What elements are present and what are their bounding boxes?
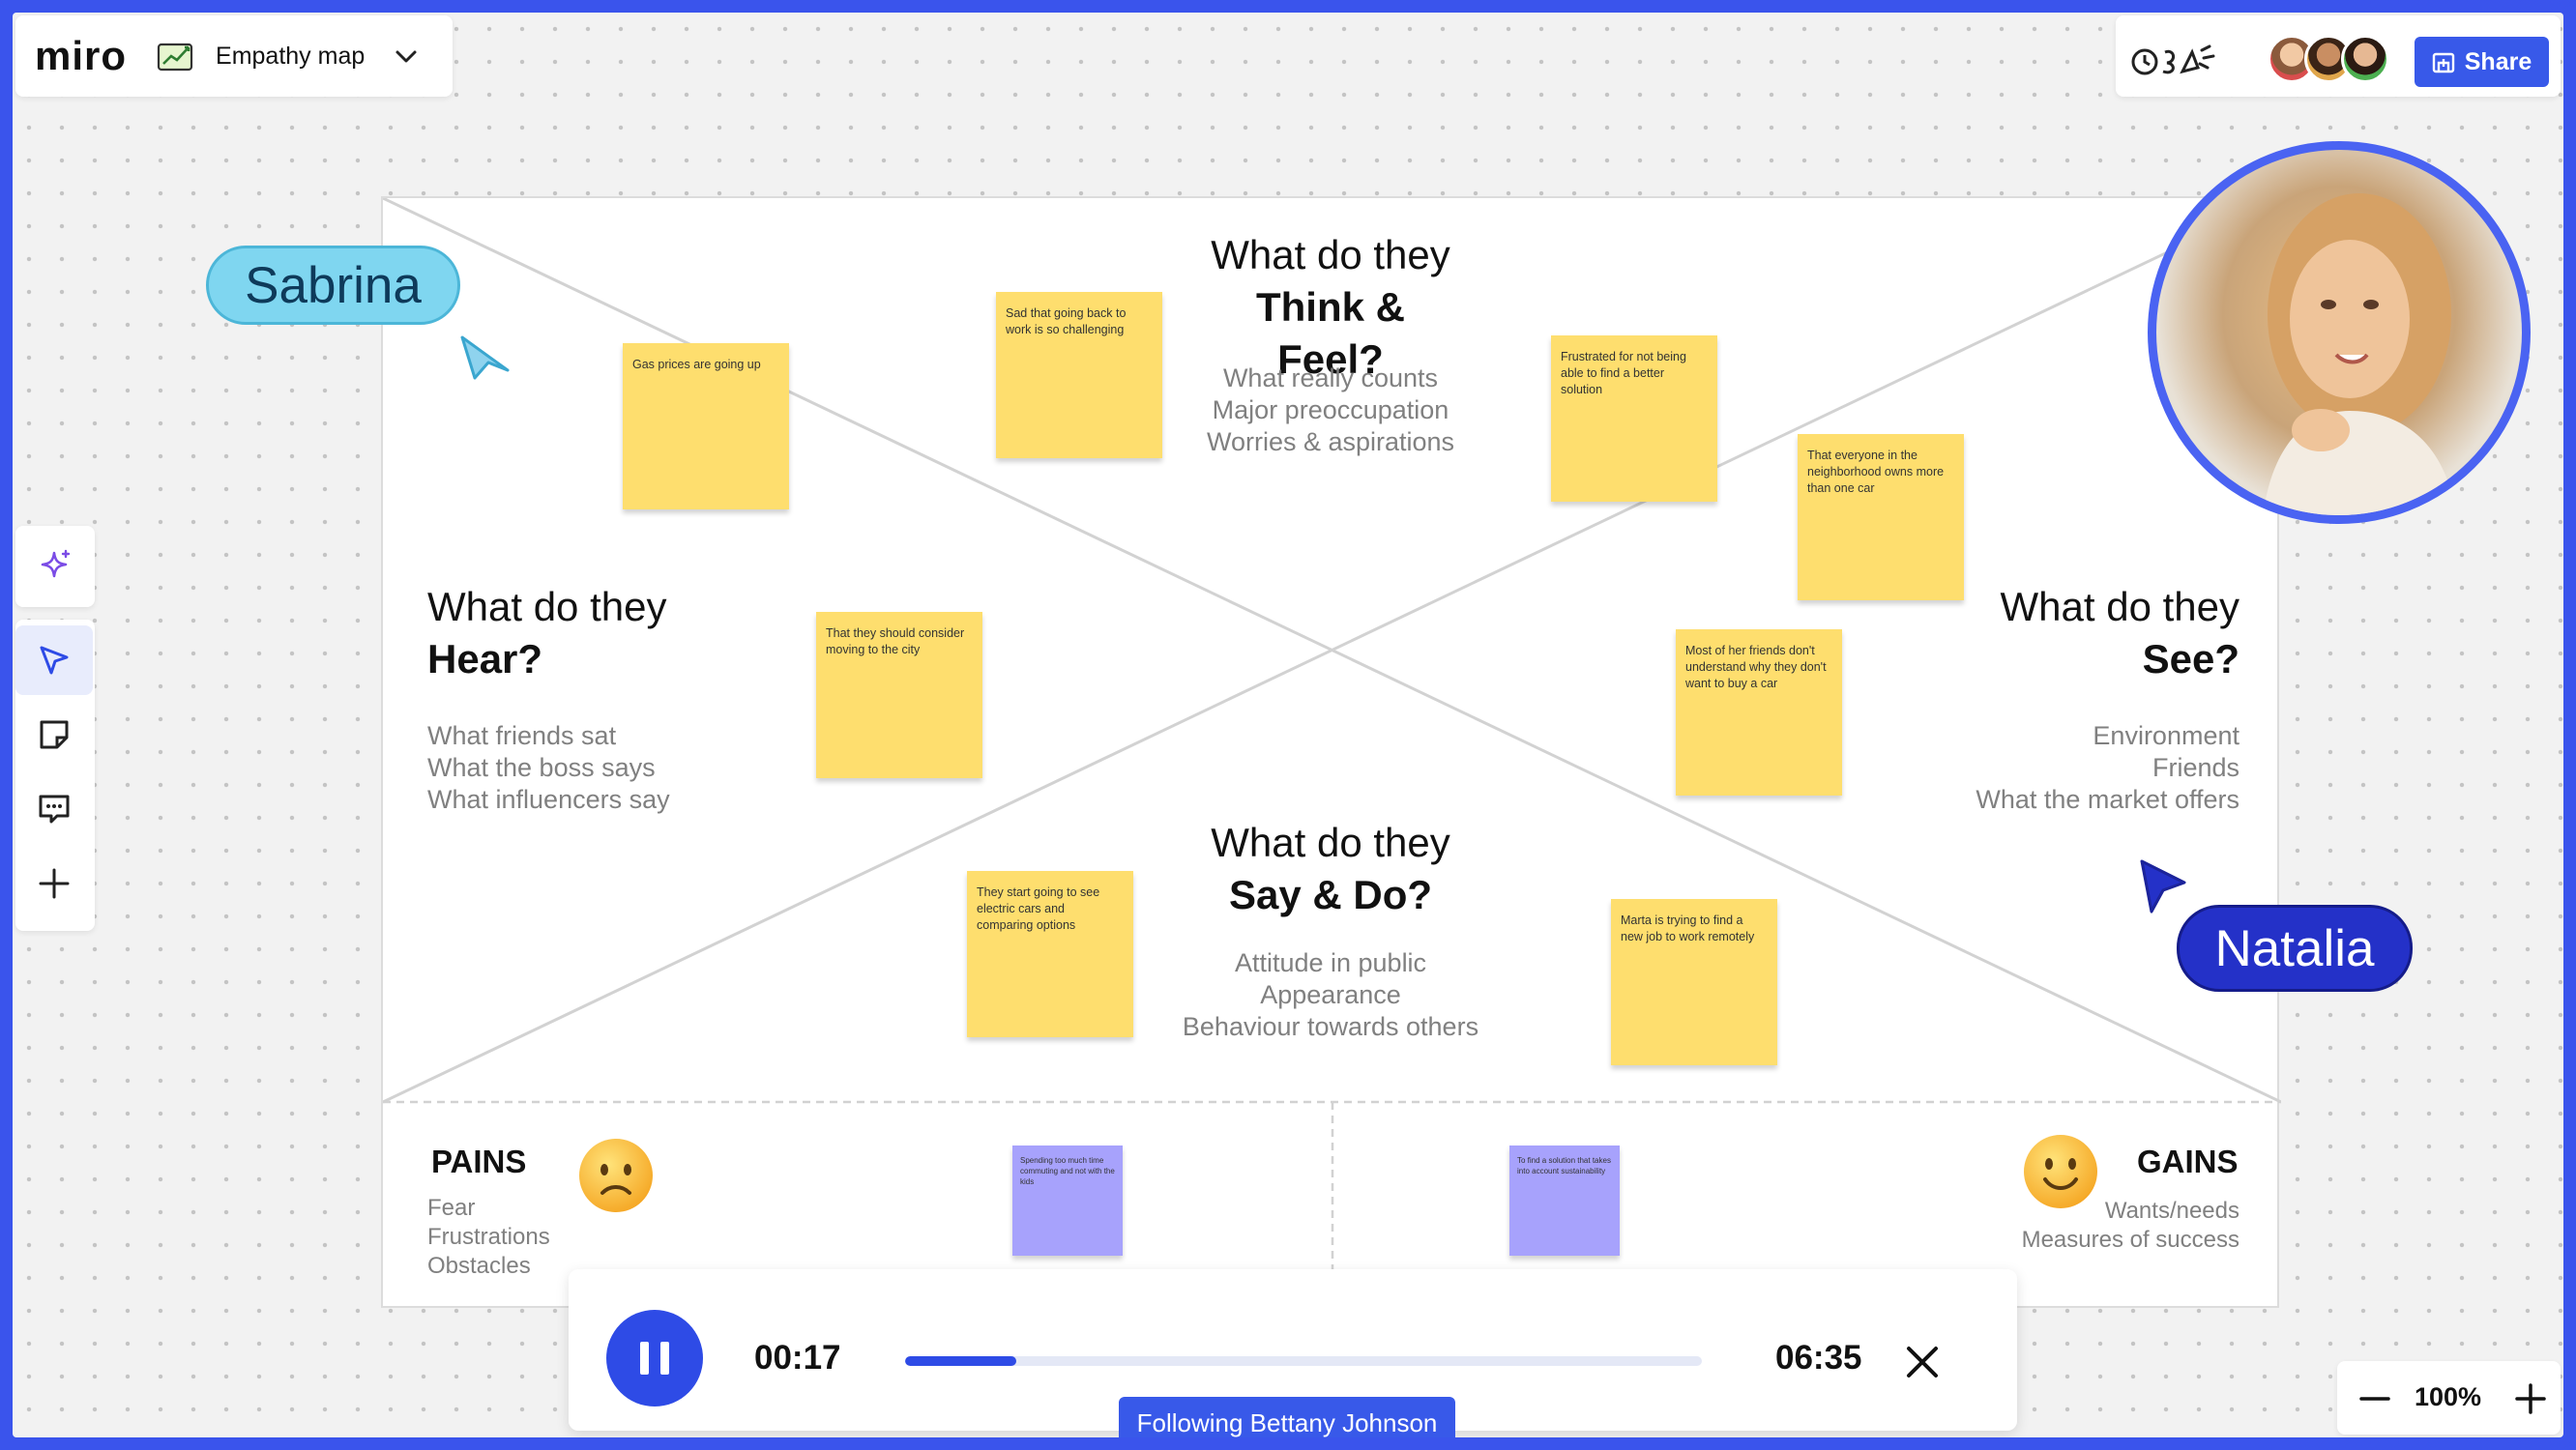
share-label: Share [2464,47,2532,75]
following-indicator[interactable]: Following Bettany Johnson [1119,1397,1455,1437]
hear-sub: What the boss says [427,753,656,782]
sticky-note[interactable]: That they should consider moving to the … [816,612,982,778]
say-do-sub: Attitude in public [1234,948,1427,977]
see-sub: Environment [2093,721,2239,750]
think-feel-subs: What really counts Major preoccupation W… [1186,362,1476,458]
think-feel-sub: What really counts [1222,363,1439,392]
board-name[interactable]: Empathy map [216,43,365,71]
zoom-out-icon[interactable] [2358,1382,2391,1415]
zoom-controls: 100% [2337,1361,2561,1435]
gains-title: GAINS [2137,1144,2239,1179]
pains-item: Frustrations [427,1224,550,1250]
comment-tool[interactable] [15,774,93,844]
say-do-line1: What do they [1211,820,1450,865]
see-line2: See? [2142,636,2239,682]
ai-sparkle-button[interactable] [15,532,93,601]
happy-face-icon [2024,1135,2097,1208]
gains-item: Measures of success [2021,1227,2239,1253]
cursor-icon [40,646,69,675]
pause-bar [640,1342,649,1375]
ai-toolbar [15,526,95,607]
comment-icon [39,795,70,824]
say-do-line2: Say & Do? [1228,872,1433,917]
hear-heading: What do they Hear? [427,581,737,685]
pains-item: Fear [427,1195,476,1221]
sticky-note[interactable]: Gas prices are going up [623,343,789,509]
sticky-note-purple[interactable]: To find a solution that takes into accou… [1509,1146,1620,1256]
think-feel-sub: Major preoccupation [1212,395,1449,424]
pains-item: Obstacles [427,1253,531,1279]
zoom-in-icon[interactable] [2514,1382,2547,1415]
select-tool[interactable] [15,625,93,695]
say-do-subs: Attitude in public Appearance Behaviour … [1147,947,1514,1043]
progress-fill [905,1356,1017,1366]
add-tool[interactable] [15,849,93,918]
board-canvas[interactable]: miro Empathy map Share What do they Thin… [13,13,2563,1437]
hear-line2: Hear? [427,636,543,682]
avatar[interactable] [2341,35,2389,83]
sticky-note[interactable]: They start going to see electric cars an… [967,871,1133,1037]
sparkle-icon [41,549,71,578]
pause-bar [660,1342,669,1375]
cursor-label-natalia: Natalia [2177,905,2413,992]
pains-list: Fear Frustrations Obstacles [427,1194,550,1281]
total-time: 06:35 [1775,1339,1862,1377]
cursor-pointer-natalia [2140,859,2186,914]
video-call-bubble[interactable] [2148,141,2531,524]
sad-face-icon [579,1139,653,1212]
board-header: miro Empathy map [15,15,453,97]
hear-sub: What influencers say [427,785,670,814]
reactions-icon[interactable] [2130,39,2217,81]
cursor-label-sabrina: Sabrina [206,246,460,325]
say-do-sub: Behaviour towards others [1182,1012,1479,1041]
pains-title: PAINS [431,1144,527,1179]
collaboration-bar: Share [2116,15,2561,97]
cursor-pointer-sabrina [460,335,510,380]
hear-line1: What do they [427,584,667,629]
chevron-down-icon[interactable] [392,42,421,71]
progress-bar[interactable] [905,1356,1702,1366]
sticky-note[interactable]: Sad that going back to work is so challe… [996,292,1162,458]
share-button[interactable]: Share [2415,37,2549,87]
sticky-note[interactable]: Most of her friends don't understand why… [1676,629,1842,796]
hear-subs: What friends sat What the boss says What… [427,720,737,816]
sticky-note-purple[interactable]: Spending too much time commuting and not… [1012,1146,1123,1256]
empathy-map-board[interactable]: What do they Think & Feel? What really c… [381,196,2281,1310]
sticky-note[interactable]: Marta is trying to find a new job to wor… [1611,899,1777,1065]
see-subs: Environment Friends What the market offe… [1911,720,2239,816]
say-do-heading: What do they Say & Do? [1205,817,1456,921]
zoom-level[interactable]: 100% [2415,1382,2481,1412]
think-feel-line1: What do they [1211,232,1450,277]
say-do-sub: Appearance [1260,980,1401,1009]
sticky-note[interactable]: That everyone in the neighborhood owns m… [1798,434,1964,600]
share-icon [2432,52,2454,73]
see-sub: Friends [2152,753,2239,782]
miro-logo[interactable]: miro [35,33,127,79]
elapsed-time: 00:17 [754,1339,841,1377]
sticky-note-icon [40,720,69,749]
sticky-note[interactable]: Frustrated for not being able to find a … [1551,335,1717,502]
hear-sub: What friends sat [427,721,617,750]
main-toolbar [15,620,95,931]
see-sub: What the market offers [1976,785,2239,814]
plus-icon [39,868,70,899]
participant-video [2263,193,2456,515]
think-feel-sub: Worries & aspirations [1206,427,1455,456]
board-icon [157,43,193,72]
close-icon[interactable] [1903,1343,1942,1381]
sticky-note-tool[interactable] [15,700,93,769]
pause-button[interactable] [606,1310,703,1406]
